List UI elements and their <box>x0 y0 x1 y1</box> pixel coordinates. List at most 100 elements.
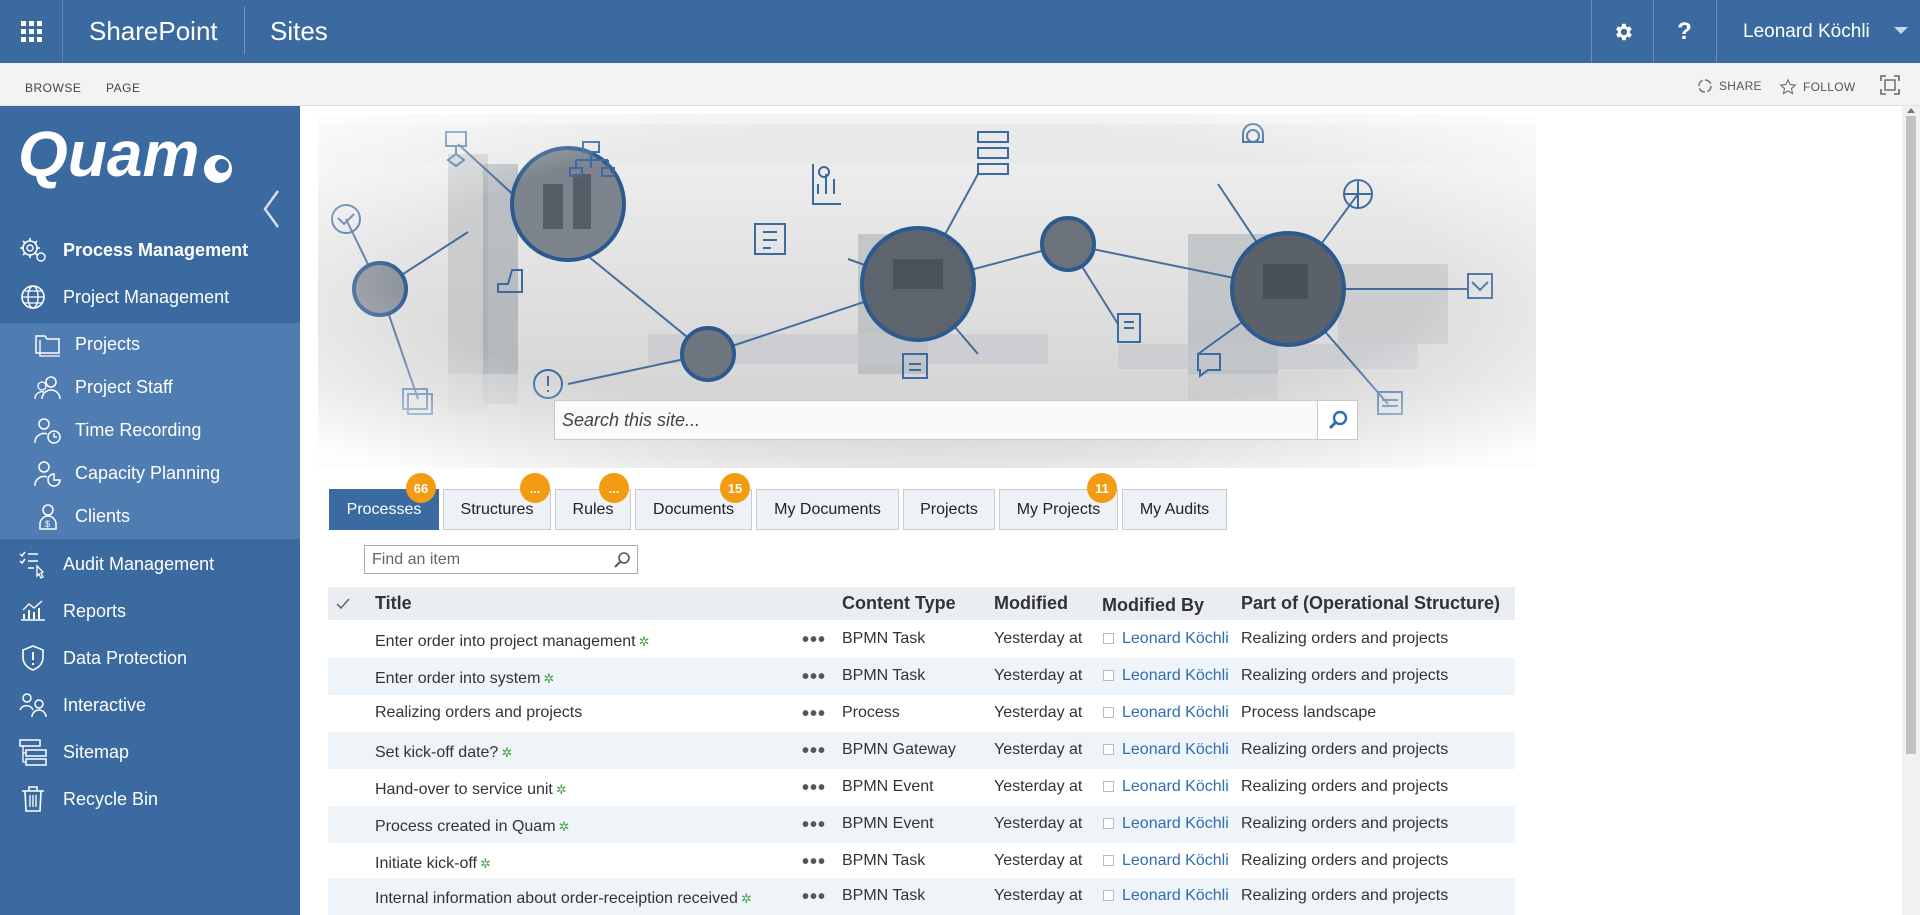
quam-logo[interactable]: Quam <box>18 114 248 194</box>
modified-cell: Yesterday at <box>994 852 1083 869</box>
item-menu-button[interactable]: ••• <box>802 621 826 659</box>
people-icon <box>19 693 47 718</box>
item-menu-button[interactable]: ••• <box>802 806 826 844</box>
folders-icon <box>35 334 60 357</box>
item-menu-button[interactable]: ••• <box>802 878 826 915</box>
nav-item-projects[interactable]: Projects <box>0 323 300 366</box>
modified-by-link[interactable]: Leonard Köchli <box>1122 878 1229 914</box>
content-type-cell: BPMN Gateway <box>842 741 956 758</box>
item-menu-button[interactable]: ••• <box>802 695 826 733</box>
modified-by-link[interactable]: Leonard Köchli <box>1122 806 1229 842</box>
table-row[interactable]: Initiate kick-off ✲ ••• BPMN Task Yesterd… <box>328 843 1515 880</box>
nav-label: Clients <box>75 506 131 526</box>
suite-bar: SharePoint Sites ? Leonard Köchli <box>0 0 1920 63</box>
table-row[interactable]: Hand-over to service unit ✲ ••• BPMN Even… <box>328 769 1515 806</box>
brand-link[interactable]: SharePoint <box>89 0 218 63</box>
follow-button[interactable]: FOLLOW <box>1779 78 1855 96</box>
table-row[interactable]: Enter order into system ✲ ••• BPMN Task Y… <box>328 658 1515 695</box>
item-menu-button[interactable]: ••• <box>802 732 826 770</box>
title-cell[interactable]: Initiate kick-off ✲ <box>375 846 491 882</box>
table-row[interactable]: Set kick-off date? ✲ ••• BPMN Gateway Yes… <box>328 732 1515 769</box>
modified-by-link[interactable]: Leonard Köchli <box>1122 732 1229 768</box>
help-button[interactable]: ? <box>1653 0 1715 63</box>
content-type-cell: BPMN Task <box>842 667 926 684</box>
collapse-nav-icon[interactable] <box>262 189 280 229</box>
nav-item-clients[interactable]: $ Clients <box>0 495 300 538</box>
tab-my-documents[interactable]: My Documents <box>756 489 899 530</box>
time-icon <box>34 417 61 444</box>
title-cell[interactable]: Set kick-off date? ✲ <box>375 735 512 771</box>
sites-link[interactable]: Sites <box>270 0 328 63</box>
modified-by-link[interactable]: Leonard Köchli <box>1122 658 1229 694</box>
nav-item-audit-management[interactable]: Audit Management <box>0 541 300 587</box>
part-of-cell: Realizing orders and projects <box>1241 778 1449 795</box>
app-launcher-button[interactable] <box>0 0 63 63</box>
column-content-type[interactable]: Content Type <box>842 587 956 620</box>
nav-item-sitemap[interactable]: Sitemap <box>0 729 300 775</box>
nav-item-project-staff[interactable]: Project Staff <box>0 366 300 409</box>
title-cell[interactable]: Process created in Quam ✲ <box>375 809 569 845</box>
site-search-input[interactable] <box>555 401 1315 439</box>
item-title: Hand-over to service unit <box>375 781 553 798</box>
new-item-icon: ✲ <box>740 891 752 906</box>
vertical-scrollbar[interactable] <box>1902 106 1920 915</box>
part-of-cell: Realizing orders and projects <box>1241 815 1449 832</box>
item-menu-button[interactable]: ••• <box>802 769 826 807</box>
shield-icon <box>22 645 44 671</box>
column-modified-by[interactable]: Modified By <box>1102 589 1204 622</box>
tab-projects[interactable]: Projects <box>903 489 995 530</box>
scrollbar-thumb[interactable] <box>1906 116 1916 754</box>
processes-count-badge: 66 <box>406 473 436 503</box>
scroll-up-arrow-icon[interactable] <box>1907 108 1915 113</box>
title-cell[interactable]: Hand-over to service unit ✲ <box>375 772 567 808</box>
modified-by-link[interactable]: Leonard Köchli <box>1122 769 1229 805</box>
nav-item-project-management[interactable]: Project Management <box>0 274 300 320</box>
sitemap-icon <box>19 739 47 766</box>
item-menu-button[interactable]: ••• <box>802 658 826 696</box>
staff-icon <box>34 375 61 399</box>
modified-by-link[interactable]: Leonard Köchli <box>1122 695 1229 731</box>
focus-content-button[interactable] <box>1880 75 1900 95</box>
find-item-input[interactable] <box>365 546 605 573</box>
table-row[interactable]: Enter order into project management ✲ •••… <box>328 621 1515 658</box>
site-search-button[interactable] <box>1317 401 1357 439</box>
my-projects-count-badge: 11 <box>1087 473 1117 503</box>
column-part-of[interactable]: Part of (Operational Structure) <box>1241 587 1500 620</box>
modified-by-link[interactable]: Leonard Köchli <box>1122 621 1229 657</box>
part-of-cell: Realizing orders and projects <box>1241 852 1449 869</box>
settings-button[interactable] <box>1591 0 1653 63</box>
presence-icon <box>1103 670 1114 681</box>
tab-my-audits[interactable]: My Audits <box>1122 489 1227 530</box>
column-modified[interactable]: Modified <box>994 587 1068 620</box>
nav-item-time-recording[interactable]: Time Recording <box>0 409 300 452</box>
modified-by-link[interactable]: Leonard Köchli <box>1122 843 1229 879</box>
nav-label: Project Staff <box>75 377 173 397</box>
item-title: Realizing orders and projects <box>375 704 583 721</box>
content-type-cell: BPMN Event <box>842 815 934 832</box>
select-all-check-icon[interactable] <box>336 598 350 610</box>
left-navigation: Quam Process Management Project Manageme… <box>0 106 300 915</box>
table-row[interactable]: Process created in Quam ✲ ••• BPMN Event … <box>328 806 1515 843</box>
nav-item-interactive[interactable]: Interactive <box>0 682 300 728</box>
user-menu[interactable]: Leonard Köchli <box>1716 0 1920 63</box>
nav-item-process-management[interactable]: Process Management <box>0 227 300 273</box>
tab-label: My Projects <box>1016 500 1101 518</box>
documents-count-badge: 15 <box>720 473 750 503</box>
nav-item-capacity-planning[interactable]: Capacity Planning <box>0 452 300 495</box>
nav-item-reports[interactable]: Reports <box>0 588 300 634</box>
title-cell[interactable]: Enter order into system ✲ <box>375 661 554 697</box>
column-title[interactable]: Title <box>375 587 412 620</box>
nav-item-data-protection[interactable]: Data Protection <box>0 635 300 681</box>
table-row[interactable]: Internal information about order-receipt… <box>328 878 1515 915</box>
title-cell[interactable]: Enter order into project management ✲ <box>375 624 650 660</box>
title-cell[interactable]: Realizing orders and projects <box>375 695 582 731</box>
share-button[interactable]: SHARE <box>1697 78 1762 94</box>
chart-icon <box>21 600 45 621</box>
search-icon[interactable] <box>613 551 631 569</box>
title-cell[interactable]: Internal information about order-receipt… <box>375 881 752 915</box>
nav-label: Audit Management <box>63 553 215 574</box>
table-row[interactable]: Realizing orders and projects ••• Proces… <box>328 695 1515 732</box>
nav-item-recycle-bin[interactable]: Recycle Bin <box>0 776 300 822</box>
site-search-box <box>554 400 1358 440</box>
item-menu-button[interactable]: ••• <box>802 843 826 881</box>
